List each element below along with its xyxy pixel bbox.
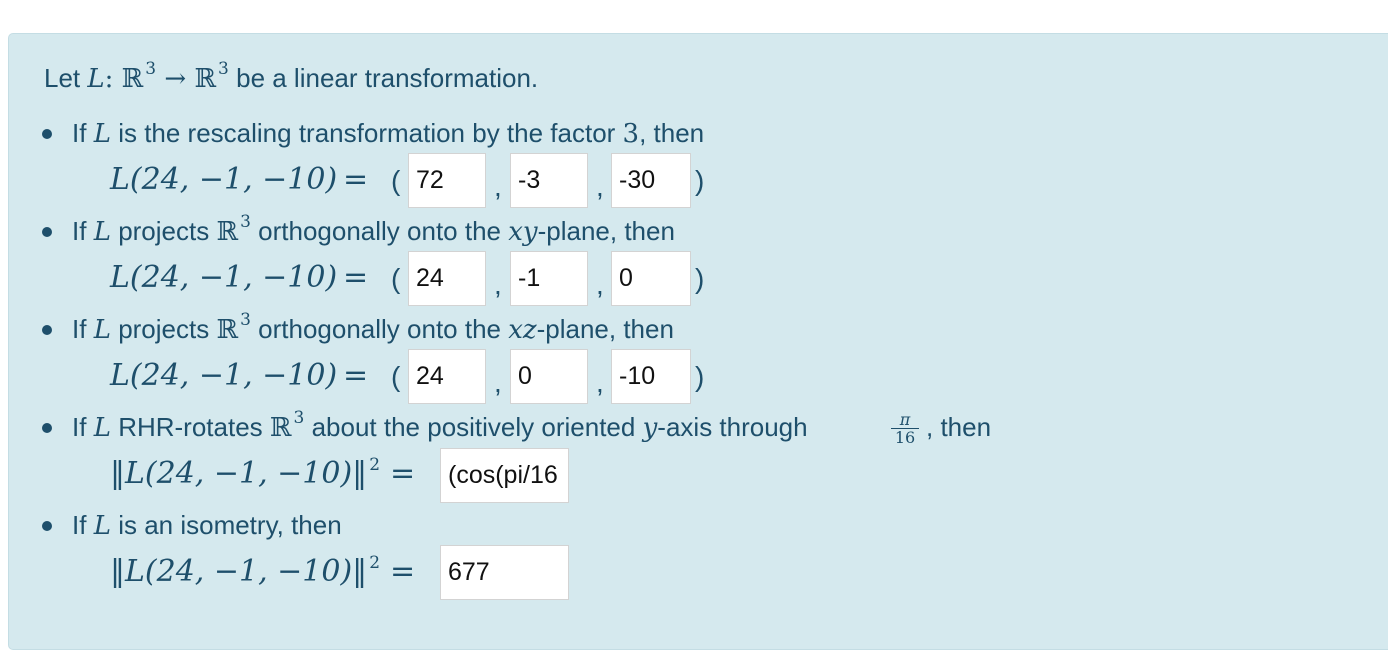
item-4-lhs-exponent: 2: [369, 455, 381, 475]
bullet-icon: [42, 325, 52, 335]
item-1-equals: =: [343, 162, 369, 197]
item-3-statement: If L projects ℝ3 orthogonally onto the x…: [72, 310, 674, 350]
item-4-space: ℝ: [269, 413, 292, 443]
item-1-post: , then: [639, 118, 705, 148]
item-5-lhs-exponent: 2: [369, 553, 381, 573]
answer-input-1-x[interactable]: 72: [408, 153, 486, 208]
item-4-lhs: ‖L(24, −1, −10)‖ 2: [110, 454, 380, 498]
item-3-text-1: projects: [118, 314, 210, 344]
open-paren: (: [391, 361, 401, 392]
close-paren: ): [695, 165, 705, 196]
item-2-post: -plane, then: [537, 216, 675, 246]
item-4-lhs-expr: ‖L(24, −1, −10)‖: [110, 456, 368, 491]
comma: ,: [596, 367, 604, 398]
comma: ,: [494, 171, 502, 202]
item-2-lhs: L(24, −1, −10): [110, 258, 337, 298]
open-paren: (: [391, 165, 401, 196]
item-3-post: -plane, then: [536, 314, 674, 344]
comma: ,: [494, 367, 502, 398]
item-5-pre: If: [72, 510, 87, 540]
item-5-statement: If L is an isometry, then: [72, 508, 342, 543]
item-2-pre: If: [72, 216, 87, 246]
angle-denominator: 16: [894, 428, 916, 447]
intro-prefix: Let: [44, 63, 81, 93]
close-paren: ): [695, 361, 705, 392]
item-4-text-2: about the positively oriented: [311, 412, 636, 442]
item-2-text-1: projects: [118, 216, 210, 246]
item-3-map-letter: L: [93, 315, 111, 345]
domain-space: : ℝ: [104, 64, 144, 94]
item-3-lhs: L(24, −1, −10): [110, 356, 337, 396]
bullet-icon: [42, 423, 52, 433]
item-2-lhs-expr: L(24, −1, −10): [110, 260, 338, 295]
item-4-text-1: RHR-rotates: [118, 412, 263, 442]
answer-input-5[interactable]: 677: [440, 545, 569, 600]
bullet-icon: [42, 227, 52, 237]
item-4-pre: If: [72, 412, 87, 442]
item-4-post: , then: [926, 412, 992, 442]
item-1-lhs-expr: L(24, −1, −10): [110, 162, 338, 197]
item-2-map-letter: L: [93, 217, 111, 247]
codomain-exponent: 3: [218, 59, 229, 79]
item-2-statement: If L projects ℝ3 orthogonally onto the x…: [72, 212, 675, 252]
item-1-statement: If L is the rescaling transformation by …: [72, 116, 704, 151]
item-4-space-exponent: 3: [293, 408, 305, 428]
comma: ,: [596, 269, 604, 300]
item-3-lhs-expr: L(24, −1, −10): [110, 358, 338, 393]
comma: ,: [596, 171, 604, 202]
item-4-map-letter: L: [93, 413, 111, 443]
answer-input-3-x[interactable]: 24: [408, 349, 486, 404]
item-5-lhs: ‖L(24, −1, −10)‖ 2: [110, 552, 380, 596]
item-3-space-exponent: 3: [240, 310, 251, 330]
domain-exponent: 3: [145, 59, 157, 79]
item-4-axis: y: [642, 413, 658, 443]
item-4-text-3: -axis through: [657, 412, 808, 442]
item-5-text: is an isometry, then: [118, 510, 342, 540]
item-2-plane: xy: [508, 217, 538, 247]
item-1-text: is the rescaling transformation by the f…: [118, 118, 616, 148]
angle-numerator: π: [891, 412, 919, 429]
open-paren: (: [391, 263, 401, 294]
bullet-icon: [42, 129, 52, 139]
item-3-equals: =: [343, 358, 369, 393]
item-1-pre: If: [72, 118, 87, 148]
answer-input-1-z[interactable]: -30: [611, 153, 691, 208]
item-4-equals: =: [390, 456, 416, 491]
answer-input-2-x[interactable]: 24: [408, 251, 486, 306]
item-3-text-2: orthogonally onto the: [258, 314, 501, 344]
answer-input-4[interactable]: (cos(pi/16: [440, 448, 569, 503]
item-5-lhs-expr: ‖L(24, −1, −10)‖: [110, 554, 368, 589]
codomain-space: → ℝ: [156, 64, 217, 94]
answer-input-1-y[interactable]: -3: [510, 153, 588, 208]
item-1-factor: 3: [622, 119, 640, 149]
item-2-space: ℝ: [216, 217, 239, 247]
angle-fraction: π 16: [891, 412, 919, 447]
item-2-text-2: orthogonally onto the: [258, 216, 501, 246]
item-2-space-exponent: 3: [240, 212, 251, 232]
item-1-lhs: L(24, −1, −10): [110, 160, 337, 200]
item-2-equals: =: [343, 260, 369, 295]
bullet-icon: [42, 521, 52, 531]
comma: ,: [494, 269, 502, 300]
item-3-space: ℝ: [216, 315, 239, 345]
item-5-equals: =: [390, 554, 416, 589]
item-1-map-letter: L: [93, 119, 111, 149]
answer-input-3-y[interactable]: 0: [510, 349, 588, 404]
item-5-map-letter: L: [93, 511, 111, 541]
answer-input-2-y[interactable]: -1: [510, 251, 588, 306]
item-3-pre: If: [72, 314, 87, 344]
item-4-statement: If L RHR-rotates ℝ3 about the positively…: [72, 408, 808, 448]
map-letter: L: [87, 64, 105, 94]
answer-input-3-z[interactable]: -10: [611, 349, 691, 404]
item-3-plane: xz: [508, 315, 537, 345]
close-paren: ): [695, 263, 705, 294]
intro-statement: Let L: ℝ3 → ℝ3 be a linear transformatio…: [44, 59, 539, 99]
answer-input-2-z[interactable]: 0: [611, 251, 691, 306]
intro-suffix: be a linear transformation.: [236, 63, 539, 93]
